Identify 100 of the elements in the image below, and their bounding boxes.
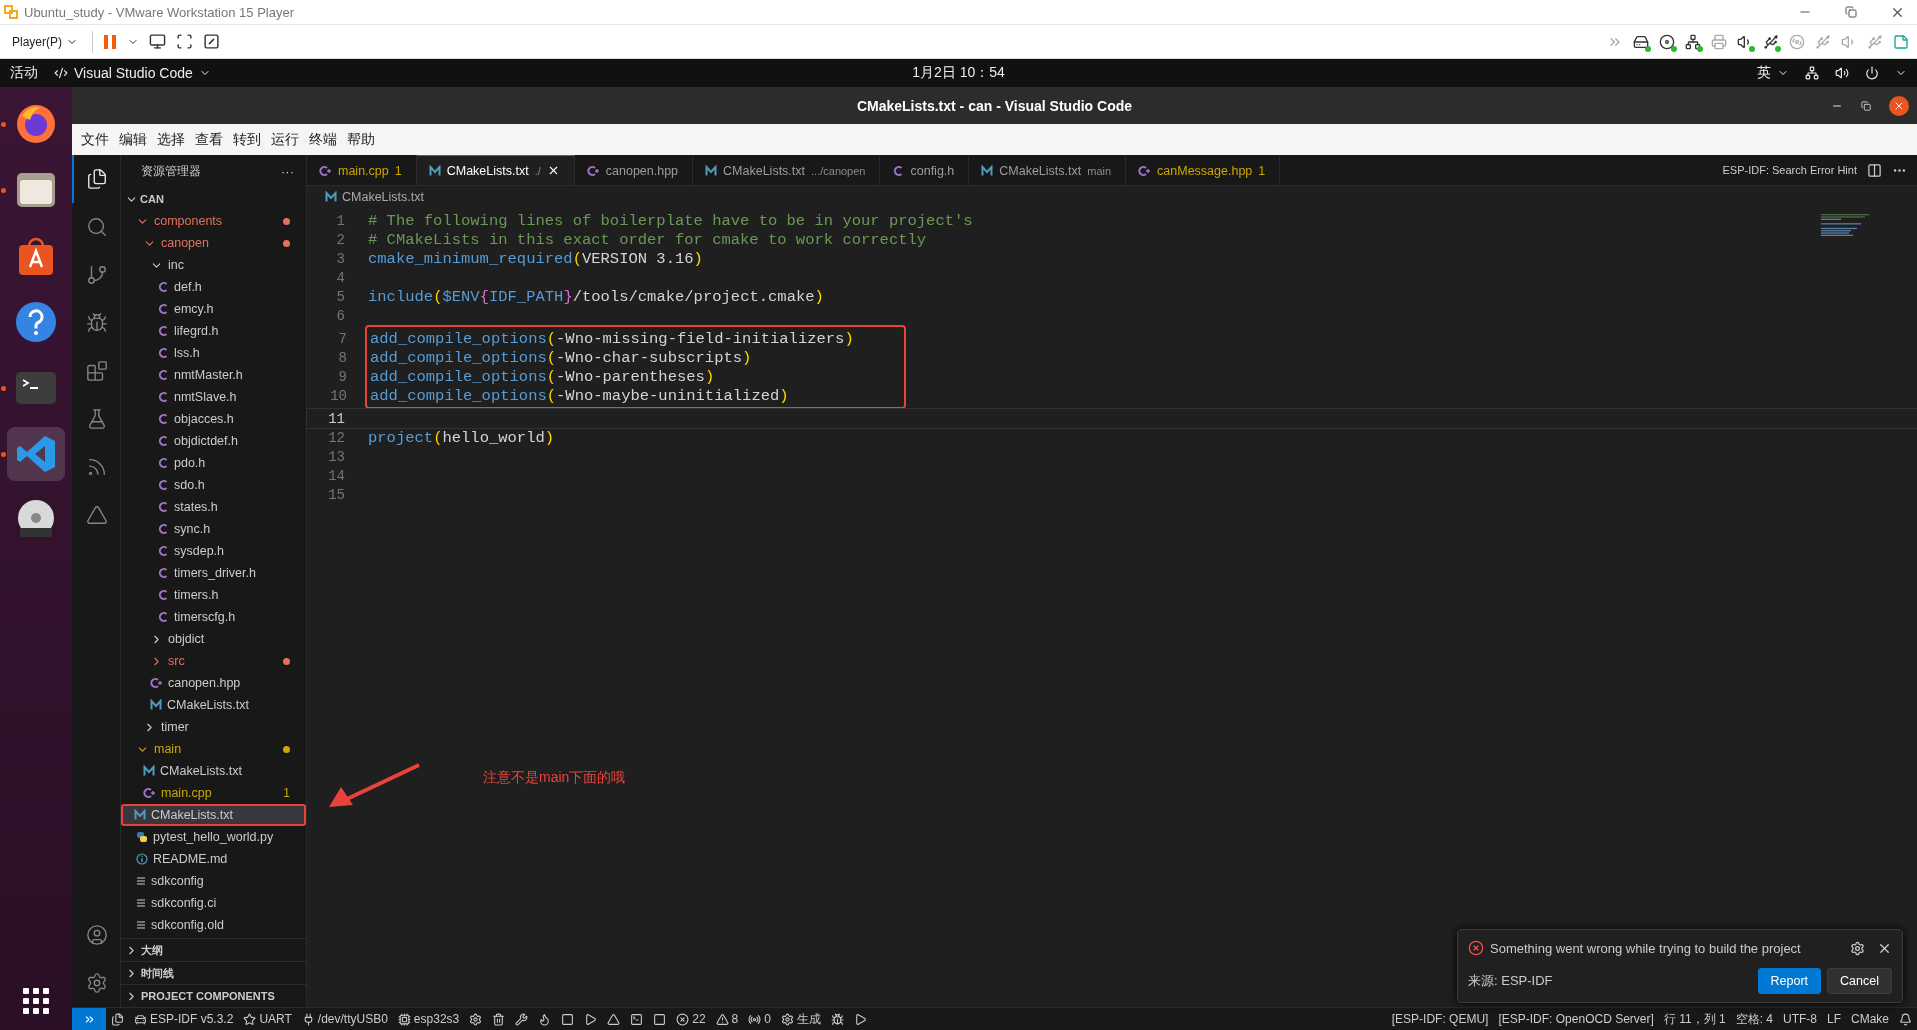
pause-icon[interactable] (103, 33, 117, 50)
tree-item[interactable]: components (121, 210, 306, 232)
menu-item[interactable]: 终端 (304, 130, 342, 149)
note-icon[interactable] (1893, 33, 1909, 50)
split-editor-icon[interactable] (1867, 162, 1882, 178)
app-menu[interactable]: Visual Studio Code (54, 65, 211, 81)
status-item[interactable]: UART (238, 1012, 297, 1026)
menu-item[interactable]: 文件 (76, 130, 114, 149)
tree-item[interactable]: CMakeLists.txt (121, 760, 306, 782)
tree-item[interactable]: lss.h (121, 342, 306, 364)
breadcrumb[interactable]: CMakeLists.txt (342, 190, 424, 204)
player-menu[interactable]: Player(P) (8, 32, 82, 51)
tree-item[interactable]: objdictdef.h (121, 430, 306, 452)
status-item[interactable]: [ESP-IDF: OpenOCD Server] (1493, 1012, 1659, 1026)
error-hint-button[interactable]: ESP-IDF: Search Error Hint (1722, 164, 1857, 176)
section-header[interactable]: 时间线 (121, 961, 306, 984)
tree-item[interactable]: timers.h (121, 584, 306, 606)
tree-item[interactable]: canopen (121, 232, 306, 254)
tree-item[interactable]: objacces.h (121, 408, 306, 430)
tree-item[interactable]: CMakeLists.txt (121, 694, 306, 716)
status-item[interactable]: 生成 (775, 1010, 826, 1028)
status-item[interactable]: CMake (1846, 1012, 1894, 1026)
status-item[interactable]: esp32s3 (392, 1012, 465, 1026)
c-file-icon (157, 281, 169, 293)
notification-button[interactable]: Cancel (1827, 968, 1892, 994)
tree-item[interactable]: nmtSlave.h (121, 386, 306, 408)
status-item[interactable]: 22 (671, 1012, 711, 1026)
tree-item[interactable]: src (121, 650, 306, 672)
usb-icon[interactable] (1763, 33, 1779, 50)
notification-source: 来源: ESP-IDF (1468, 972, 1554, 990)
clock[interactable]: 1月2日 10：54 (912, 64, 1005, 82)
line-number: 6 (335, 307, 345, 324)
tree-item[interactable]: main (121, 738, 306, 760)
folder-header[interactable]: CAN (121, 188, 306, 210)
activities-button[interactable]: 活动 (10, 64, 38, 82)
tree-item[interactable]: timers_driver.h (121, 562, 306, 584)
disc-icon[interactable] (1659, 33, 1675, 50)
tree-item[interactable]: lifegrd.h (121, 320, 306, 342)
status-item[interactable]: 0 (743, 1012, 776, 1026)
help-icon[interactable] (14, 300, 58, 344)
close-button[interactable] (1889, 95, 1909, 116)
app-grid-icon[interactable] (21, 986, 51, 1016)
network-icon[interactable] (1685, 33, 1701, 50)
restore-icon[interactable] (1861, 100, 1871, 111)
network-icon[interactable] (1805, 66, 1819, 80)
settings-icon[interactable] (1850, 940, 1865, 956)
status-item[interactable]: 8 (710, 1012, 744, 1026)
tree-item[interactable]: sdkconfig (121, 870, 306, 892)
speaker-icon[interactable] (1737, 33, 1753, 50)
menu-item[interactable]: 编辑 (114, 130, 152, 149)
tree-item[interactable]: canopen.hpp (121, 672, 306, 694)
tree-item[interactable]: sysdep.h (121, 540, 306, 562)
lines-icon (136, 876, 146, 886)
status-item[interactable]: ESP-IDF v5.3.2 (129, 1012, 239, 1026)
ribbon-logo-icon[interactable] (15, 433, 57, 475)
status-item[interactable]: /dev/ttyUSB0 (296, 1012, 393, 1026)
line-number: 2 (335, 231, 345, 248)
tree-item[interactable]: objdict (121, 628, 306, 650)
section-header[interactable]: 大纲 (121, 938, 306, 961)
status-item[interactable]: [ESP-IDF: QEMU] (1386, 1012, 1494, 1026)
volume-icon[interactable] (1835, 66, 1849, 80)
menu-item[interactable]: 查看 (190, 130, 228, 149)
power-icon[interactable] (1865, 66, 1879, 80)
tree-item[interactable]: sdkconfig.old (121, 914, 306, 936)
more-button[interactable]: ··· (281, 164, 294, 179)
gear-icon (780, 1012, 794, 1026)
tree-item[interactable]: def.h (121, 276, 306, 298)
status-item[interactable]: 空格: 4 (1730, 1010, 1778, 1028)
code-line: add_compile_options(-Wno-maybe-uninitialized) (370, 386, 789, 405)
tree-item[interactable]: inc (121, 254, 306, 276)
status-item[interactable]: UTF-8 (1777, 1012, 1822, 1026)
line-number: 12 (327, 429, 345, 446)
tree-item[interactable]: pytest_hello_world.py (121, 826, 306, 848)
tree-item[interactable]: timerscfg.h (121, 606, 306, 628)
tree-item[interactable]: CMakeLists.txt (121, 804, 306, 826)
tree-item[interactable]: sdkconfig.ci (121, 892, 306, 914)
menu-item[interactable]: 帮助 (342, 130, 380, 149)
tree-item[interactable]: README.md (121, 848, 306, 870)
tree-item[interactable]: sdo.h (121, 474, 306, 496)
menu-item[interactable]: 选择 (152, 130, 190, 149)
tree-item[interactable]: sync.h (121, 518, 306, 540)
notification-button[interactable]: Report (1757, 968, 1822, 994)
status-item[interactable]: 行 11，列 1 (1658, 1010, 1731, 1028)
drive-icon[interactable] (1633, 33, 1649, 50)
tree-item[interactable]: nmtMaster.h (121, 364, 306, 386)
line-number: 9 (337, 368, 347, 385)
tree-item[interactable]: emcy.h (121, 298, 306, 320)
monitor-icon[interactable] (149, 33, 166, 50)
tree-item[interactable]: states.h (121, 496, 306, 518)
menu-item[interactable]: 转到 (228, 130, 266, 149)
input-method-menu[interactable]: 英 (1757, 64, 1789, 82)
m-file-icon (325, 191, 337, 203)
status-item[interactable]: LF (1821, 1012, 1846, 1026)
menu-item[interactable]: 运行 (266, 130, 304, 149)
tree-item[interactable]: main.cpp 1 (121, 782, 306, 804)
tree-item[interactable]: timer (121, 716, 306, 738)
tree-item[interactable]: pdo.h (121, 452, 306, 474)
fox-globe-icon[interactable] (14, 102, 58, 146)
editor-tab[interactable]: CMakeLists.txt ./ (416, 155, 575, 185)
fullscreen-icon[interactable] (176, 33, 193, 50)
